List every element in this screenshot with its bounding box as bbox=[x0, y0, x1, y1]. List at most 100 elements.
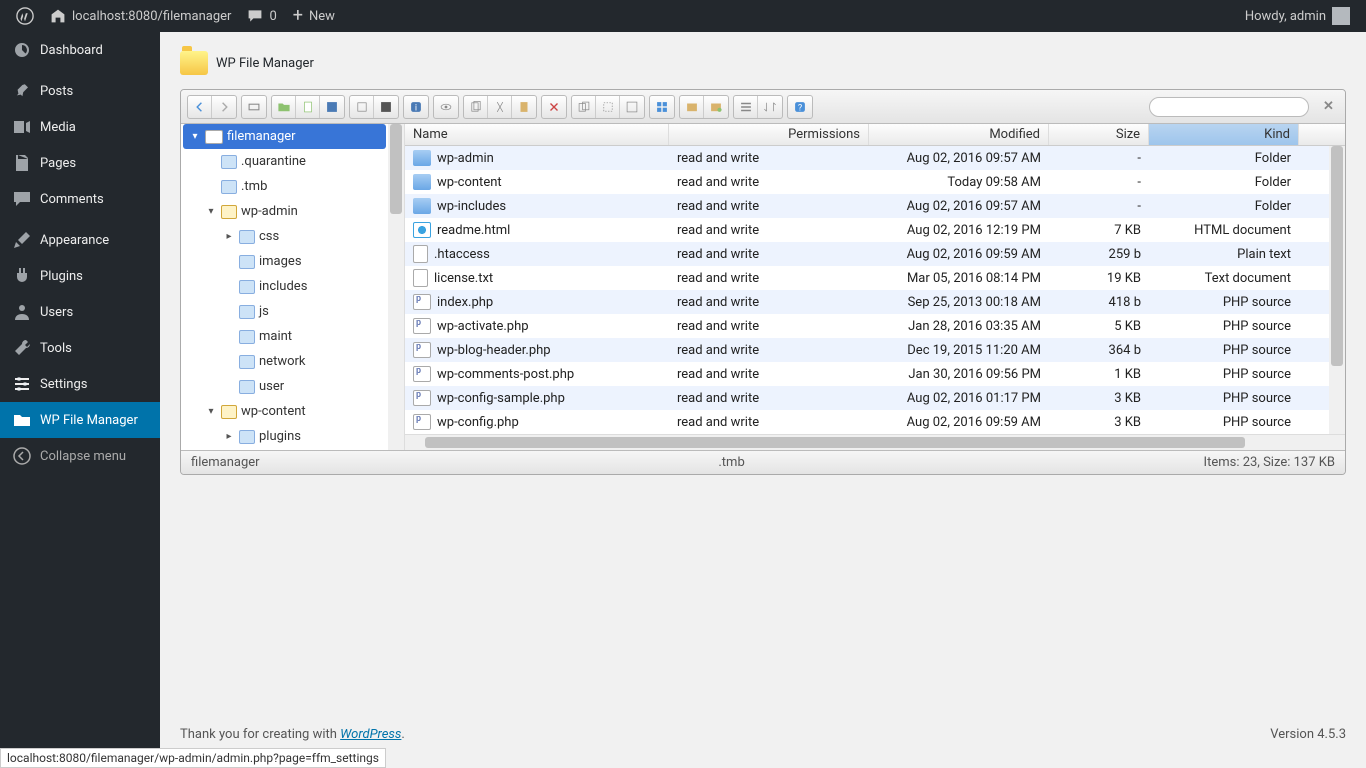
file-name: wp-activate.php bbox=[437, 319, 529, 334]
file-modified: Aug 02, 2016 12:19 PM bbox=[869, 223, 1049, 238]
sidebar-item-appearance[interactable]: Appearance bbox=[0, 222, 160, 258]
file-row[interactable]: wp-content read and write Today 09:58 AM… bbox=[405, 170, 1345, 194]
copy-button[interactable] bbox=[464, 96, 488, 118]
paste-button[interactable] bbox=[512, 96, 536, 118]
tree-node-themes[interactable]: ▸ themes bbox=[181, 449, 404, 450]
duplicate-button[interactable] bbox=[572, 96, 596, 118]
howdy-link[interactable]: Howdy, admin bbox=[1237, 0, 1358, 32]
status-bar: filemanager .tmb Items: 23, Size: 137 KB bbox=[181, 450, 1345, 474]
tree-scrollbar[interactable] bbox=[388, 124, 404, 450]
cut-button[interactable] bbox=[488, 96, 512, 118]
extract-button[interactable] bbox=[704, 96, 728, 118]
tree-node-plugins[interactable]: ▸ plugins bbox=[181, 424, 404, 449]
file-row[interactable]: wp-comments-post.php read and write Jan … bbox=[405, 362, 1345, 386]
col-kind[interactable]: Kind bbox=[1149, 124, 1299, 145]
sidebar-item-settings[interactable]: Settings bbox=[0, 366, 160, 402]
file-row[interactable]: .htaccess read and write Aug 02, 2016 09… bbox=[405, 242, 1345, 266]
file-name: wp-config.php bbox=[437, 415, 519, 430]
site-link[interactable]: localhost:8080/filemanager bbox=[42, 0, 239, 32]
search-input[interactable] bbox=[1149, 97, 1309, 117]
tree-arrow-icon: ▸ bbox=[223, 431, 235, 442]
sidebar-item-plugins[interactable]: Plugins bbox=[0, 258, 160, 294]
comments-link[interactable]: 0 bbox=[239, 0, 284, 32]
upload-button[interactable] bbox=[320, 96, 344, 118]
file-modified: Sep 25, 2013 00:18 AM bbox=[869, 295, 1049, 310]
tree-node-filemanager[interactable]: ▾ filemanager bbox=[183, 124, 386, 149]
sidebar-item-posts[interactable]: Posts bbox=[0, 73, 160, 109]
col-size[interactable]: Size bbox=[1049, 124, 1149, 145]
sidebar-item-users[interactable]: Users bbox=[0, 294, 160, 330]
resize-button[interactable] bbox=[620, 96, 644, 118]
sidebar-item-pages[interactable]: Pages bbox=[0, 145, 160, 181]
file-row[interactable]: license.txt read and write Mar 05, 2016 … bbox=[405, 266, 1345, 290]
tree-node-.quarantine[interactable]: .quarantine bbox=[181, 149, 404, 174]
tree-node-.tmb[interactable]: .tmb bbox=[181, 174, 404, 199]
tree-node-js[interactable]: js bbox=[181, 299, 404, 324]
admin-bar: localhost:8080/filemanager 0 +New Howdy,… bbox=[0, 0, 1366, 32]
file-row[interactable]: wp-blog-header.php read and write Dec 19… bbox=[405, 338, 1345, 362]
folder-icon bbox=[221, 155, 237, 169]
file-kind: Folder bbox=[1149, 175, 1299, 190]
col-perm[interactable]: Permissions bbox=[669, 124, 869, 145]
wp-logo[interactable] bbox=[8, 0, 42, 32]
help-button[interactable]: ? bbox=[788, 96, 812, 118]
archive-button[interactable] bbox=[680, 96, 704, 118]
sidebar-item-comments[interactable]: Comments bbox=[0, 181, 160, 217]
sidebar-item-dashboard[interactable]: Dashboard bbox=[0, 32, 160, 68]
newfolder-button[interactable] bbox=[272, 96, 296, 118]
col-mod[interactable]: Modified bbox=[869, 124, 1049, 145]
sort-button[interactable] bbox=[758, 96, 782, 118]
open-button[interactable] bbox=[350, 96, 374, 118]
tree-node-includes[interactable]: includes bbox=[181, 274, 404, 299]
new-link[interactable]: +New bbox=[285, 0, 343, 32]
col-name[interactable]: Name bbox=[405, 124, 669, 145]
info-button[interactable]: i bbox=[404, 96, 428, 118]
view-list-button[interactable] bbox=[734, 96, 758, 118]
html-icon bbox=[413, 222, 431, 238]
file-row[interactable]: wp-admin read and write Aug 02, 2016 09:… bbox=[405, 146, 1345, 170]
places-button[interactable] bbox=[650, 96, 674, 118]
file-name: license.txt bbox=[434, 271, 493, 286]
file-name: wp-admin bbox=[437, 151, 494, 166]
file-manager-window: i ? bbox=[180, 89, 1346, 475]
php-icon bbox=[413, 318, 431, 334]
forward-button[interactable] bbox=[212, 96, 236, 118]
tree-node-css[interactable]: ▸ css bbox=[181, 224, 404, 249]
delete-button[interactable] bbox=[542, 96, 566, 118]
file-row[interactable]: wp-activate.php read and write Jan 28, 2… bbox=[405, 314, 1345, 338]
files-vscrollbar[interactable] bbox=[1329, 146, 1345, 434]
netmount-button[interactable] bbox=[242, 96, 266, 118]
sidebar-item-tools[interactable]: Tools bbox=[0, 330, 160, 366]
tree-node-images[interactable]: images bbox=[181, 249, 404, 274]
file-kind: PHP source bbox=[1149, 415, 1299, 430]
edit-button[interactable] bbox=[596, 96, 620, 118]
file-perm: read and write bbox=[669, 151, 869, 166]
sidebar-item-media[interactable]: Media bbox=[0, 109, 160, 145]
wp-footer: Thank you for creating with WordPress. V… bbox=[180, 727, 1346, 742]
files-hscrollbar[interactable] bbox=[405, 434, 1345, 450]
tree-node-wp-content[interactable]: ▾ wp-content bbox=[181, 399, 404, 424]
tree-node-label: images bbox=[259, 254, 302, 269]
back-button[interactable] bbox=[188, 96, 212, 118]
file-row[interactable]: wp-includes read and write Aug 02, 2016 … bbox=[405, 194, 1345, 218]
php-icon bbox=[413, 414, 431, 430]
wordpress-link[interactable]: WordPress bbox=[340, 727, 401, 742]
collapse-menu[interactable]: Collapse menu bbox=[0, 438, 160, 474]
file-name: wp-blog-header.php bbox=[437, 343, 551, 358]
file-row[interactable]: wp-config.php read and write Aug 02, 201… bbox=[405, 410, 1345, 434]
newfile-button[interactable] bbox=[296, 96, 320, 118]
file-kind: Text document bbox=[1149, 271, 1299, 286]
file-icon bbox=[413, 245, 428, 263]
file-row[interactable]: readme.html read and write Aug 02, 2016 … bbox=[405, 218, 1345, 242]
file-row[interactable]: index.php read and write Sep 25, 2013 00… bbox=[405, 290, 1345, 314]
preview-button[interactable] bbox=[434, 96, 458, 118]
sidebar-item-wp-file-manager[interactable]: WP File Manager bbox=[0, 402, 160, 438]
tree-node-maint[interactable]: maint bbox=[181, 324, 404, 349]
tree-node-wp-admin[interactable]: ▾ wp-admin bbox=[181, 199, 404, 224]
download-button[interactable] bbox=[374, 96, 398, 118]
tree-node-user[interactable]: user bbox=[181, 374, 404, 399]
tree-node-network[interactable]: network bbox=[181, 349, 404, 374]
search-close-icon[interactable]: ✕ bbox=[1323, 99, 1339, 115]
file-row[interactable]: wp-config-sample.php read and write Aug … bbox=[405, 386, 1345, 410]
tree-node-label: .quarantine bbox=[241, 154, 306, 169]
